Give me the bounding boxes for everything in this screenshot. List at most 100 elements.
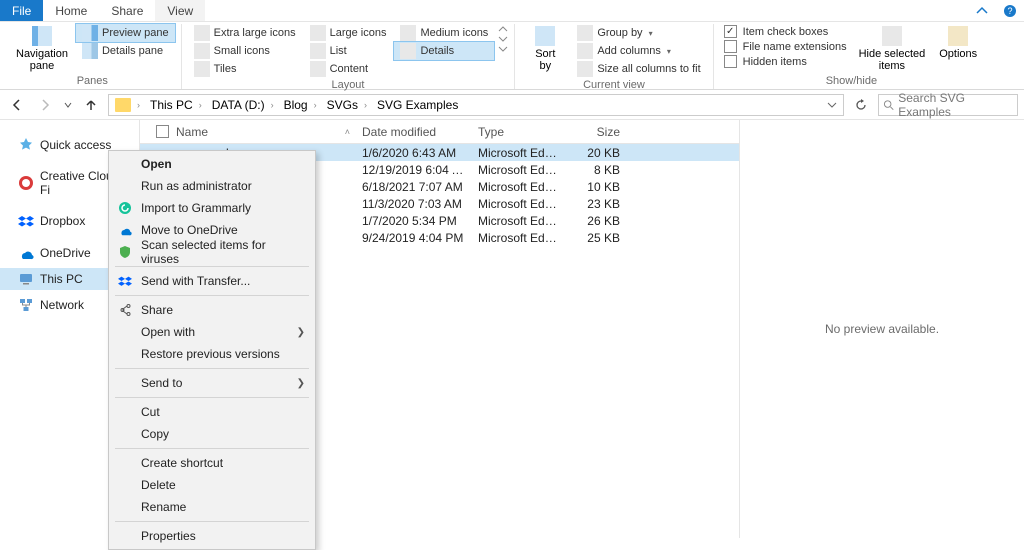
context-properties[interactable]: Properties <box>109 525 315 547</box>
hidden-items-toggle[interactable]: Hidden items <box>720 54 851 69</box>
hide-selected-icon <box>882 26 902 46</box>
column-header-size[interactable]: Size <box>568 125 626 139</box>
context-share[interactable]: Share <box>109 299 315 321</box>
file-type: Microsoft Edge HT... <box>472 163 568 177</box>
layout-medium-icons[interactable]: Medium icons <box>394 24 494 42</box>
context-run-as-administrator[interactable]: Run as administrator <box>109 175 315 197</box>
forward-button[interactable] <box>34 94 56 116</box>
blank-icon <box>117 477 133 493</box>
crumb-svg-examples[interactable]: SVG Examples <box>373 95 462 115</box>
layout-tiles[interactable]: Tiles <box>188 60 302 78</box>
file-name-extensions-toggle[interactable]: File name extensions <box>720 39 851 54</box>
breadcrumb[interactable]: › This PC› DATA (D:)› Blog› SVGs› SVG Ex… <box>108 94 844 116</box>
context-delete[interactable]: Delete <box>109 474 315 496</box>
layout-large-icons[interactable]: Large icons <box>304 24 393 42</box>
crumb-data-d[interactable]: DATA (D:)› <box>208 95 280 115</box>
preview-pane-icon <box>82 25 98 41</box>
recent-locations-button[interactable] <box>62 94 74 116</box>
context-open[interactable]: Open <box>109 153 315 175</box>
tab-share[interactable]: Share <box>99 0 155 21</box>
item-check-boxes-toggle[interactable]: ✓Item check boxes <box>720 24 851 39</box>
details-pane-label: Details pane <box>102 45 163 57</box>
column-header-type[interactable]: Type <box>472 125 568 139</box>
context-import-to-grammarly[interactable]: Import to Grammarly <box>109 197 315 219</box>
address-dropdown-icon[interactable] <box>821 94 843 116</box>
ribbon-group-layout: Extra large icons Small icons Tiles Larg… <box>182 24 516 89</box>
file-type: Microsoft Edge HT... <box>472 231 568 245</box>
layout-scroll-down-icon[interactable] <box>498 34 508 44</box>
context-item-label: Delete <box>141 478 305 492</box>
context-item-label: Copy <box>141 427 305 441</box>
details-icon <box>400 43 416 59</box>
search-placeholder: Search SVG Examples <box>898 91 1013 119</box>
details-pane-button[interactable]: Details pane <box>76 42 175 60</box>
preview-pane-label: Preview pane <box>102 27 169 39</box>
options-button[interactable]: Options <box>933 24 983 62</box>
blank-icon <box>117 375 133 391</box>
column-header-name[interactable]: Name˄ <box>170 125 356 139</box>
blank-icon <box>117 156 133 172</box>
preview-pane: No preview available. <box>740 120 1024 538</box>
layout-scroll-up-icon[interactable] <box>498 24 508 34</box>
file-date: 6/18/2021 7:07 AM <box>356 180 472 194</box>
back-button[interactable] <box>6 94 28 116</box>
layout-extra-large-icons[interactable]: Extra large icons <box>188 24 302 42</box>
context-scan-selected-items-for-viruses[interactable]: Scan selected items for viruses <box>109 241 315 263</box>
context-item-label: Import to Grammarly <box>141 201 305 215</box>
up-button[interactable] <box>80 94 102 116</box>
navigation-pane-button[interactable]: Navigation pane <box>10 24 74 74</box>
search-input[interactable]: Search SVG Examples <box>878 94 1018 116</box>
file-type: Microsoft Edge HT... <box>472 214 568 228</box>
select-all-checkbox[interactable] <box>156 125 169 138</box>
refresh-button[interactable] <box>850 94 872 116</box>
blank-icon <box>117 324 133 340</box>
hide-selected-label: Hide selected items <box>859 48 926 72</box>
context-cut[interactable]: Cut <box>109 401 315 423</box>
preview-pane-button[interactable]: Preview pane <box>76 24 175 42</box>
context-send-with-transfer[interactable]: Send with Transfer... <box>109 270 315 292</box>
crumb-blog[interactable]: Blog› <box>280 95 323 115</box>
ribbon-group-panes: Navigation pane Preview pane Details pan… <box>4 24 182 89</box>
file-size: 25 KB <box>568 231 626 245</box>
nav-item-label: Dropbox <box>40 214 85 228</box>
options-icon <box>948 26 968 46</box>
sort-by-button[interactable]: Sort by <box>521 24 569 74</box>
group-by-button[interactable]: Group by▾ <box>571 24 706 42</box>
nav-item-label: This PC <box>40 272 83 286</box>
tab-home[interactable]: Home <box>43 0 99 21</box>
context-create-shortcut[interactable]: Create shortcut <box>109 452 315 474</box>
tab-file[interactable]: File <box>0 0 43 21</box>
ribbon-collapse-icon[interactable] <box>968 0 996 21</box>
tiles-icon <box>194 61 210 77</box>
layout-more-icon[interactable] <box>498 44 508 54</box>
layout-content[interactable]: Content <box>304 60 393 78</box>
tab-view[interactable]: View <box>155 0 205 21</box>
add-columns-button[interactable]: Add columns▾ <box>571 42 706 60</box>
crumb-svgs[interactable]: SVGs› <box>323 95 373 115</box>
ribbon-group-panes-label: Panes <box>10 74 175 89</box>
context-item-label: Cut <box>141 405 305 419</box>
hide-selected-items-button[interactable]: Hide selected items <box>853 24 932 74</box>
folder-icon <box>115 98 131 112</box>
context-copy[interactable]: Copy <box>109 423 315 445</box>
dropbox-icon <box>18 213 34 229</box>
crumb-this-pc[interactable]: This PC› <box>146 95 208 115</box>
blank-icon <box>117 455 133 471</box>
pc-icon <box>18 271 34 287</box>
lg-icons-icon <box>310 25 326 41</box>
navigation-pane-label: Navigation pane <box>16 48 68 72</box>
ribbon-group-show-hide-label: Show/hide <box>720 74 984 89</box>
context-send-to[interactable]: Send to❯ <box>109 372 315 394</box>
context-rename[interactable]: Rename <box>109 496 315 518</box>
column-header-date[interactable]: Date modified <box>356 125 472 139</box>
layout-list[interactable]: List <box>304 42 393 60</box>
context-restore-previous-versions[interactable]: Restore previous versions <box>109 343 315 365</box>
layout-details[interactable]: Details <box>394 42 494 60</box>
help-icon[interactable]: ? <box>996 0 1024 21</box>
context-open-with[interactable]: Open with❯ <box>109 321 315 343</box>
size-columns-button[interactable]: Size all columns to fit <box>571 60 706 78</box>
context-item-label: Share <box>141 303 305 317</box>
layout-small-icons[interactable]: Small icons <box>188 42 302 60</box>
blank-icon <box>117 499 133 515</box>
blank-icon <box>117 178 133 194</box>
